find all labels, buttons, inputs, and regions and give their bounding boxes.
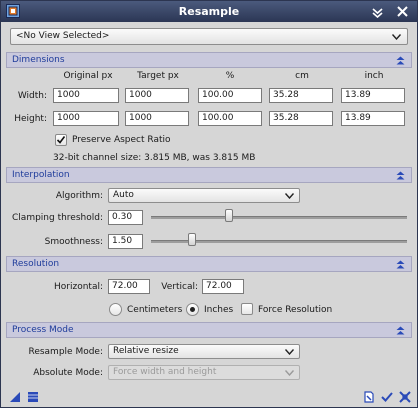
force-resolution-checkbox[interactable] (241, 303, 253, 315)
width-percent-field[interactable]: 100.00 (198, 88, 262, 103)
preserve-aspect-label[interactable]: Preserve Aspect Ratio (72, 135, 171, 145)
height-cm-field[interactable]: 35.28 (269, 111, 333, 126)
section-dimensions-label: Dimensions (12, 55, 65, 65)
force-resolution-label[interactable]: Force Resolution (258, 305, 332, 315)
chevron-down-icon (392, 34, 401, 40)
documentation-icon[interactable] (363, 391, 375, 403)
height-target-px-field[interactable]: 1000 (125, 111, 189, 126)
width-original-px-field[interactable]: 1000 (53, 88, 119, 103)
clamping-threshold-field[interactable]: 0.30 (108, 210, 143, 225)
new-instance-icon[interactable] (9, 391, 21, 403)
clamping-threshold-label: Clamping threshold: (12, 213, 103, 223)
col-header-target-px: Target px (137, 71, 179, 81)
vertical-label: Vertical: (161, 282, 198, 292)
clamping-slider-handle[interactable] (225, 209, 233, 222)
bottom-control-bar (1, 387, 417, 407)
title-bar[interactable]: Resample (1, 1, 417, 22)
horizontal-label: Horizontal: (54, 282, 103, 292)
centimeters-radio[interactable] (109, 303, 122, 316)
collapse-icon[interactable] (396, 326, 405, 335)
smoothness-label: Smoothness: (44, 237, 103, 247)
vertical-resolution-field[interactable]: 72.00 (202, 279, 244, 294)
close-icon[interactable] (396, 5, 409, 18)
smoothness-slider-handle[interactable] (188, 233, 196, 246)
inches-label[interactable]: Inches (204, 305, 233, 315)
view-selector[interactable]: <No View Selected> (10, 28, 408, 45)
section-process-mode-label: Process Mode (12, 325, 74, 335)
absolute-mode-combo: Force width and height (108, 365, 300, 380)
height-inch-field[interactable]: 13.89 (341, 111, 405, 126)
horizontal-resolution-field[interactable]: 72.00 (108, 279, 150, 294)
col-header-percent: % (225, 71, 235, 81)
section-interpolation-label: Interpolation (12, 170, 70, 180)
resample-window: Resample <No View Selected> Dimensions O… (0, 0, 418, 408)
width-target-px-field[interactable]: 1000 (125, 88, 189, 103)
window-title: Resample (178, 5, 240, 18)
apply-global-icon[interactable] (27, 391, 39, 403)
section-dimensions[interactable]: Dimensions (6, 52, 412, 68)
shade-icon[interactable] (371, 5, 384, 18)
channel-size-text: 32-bit channel size: 3.815 MB, was 3.815… (53, 153, 256, 163)
height-original-px-field[interactable]: 1000 (53, 111, 119, 126)
clamping-slider-track[interactable] (151, 216, 407, 219)
chevron-down-icon (285, 193, 294, 199)
checkmark-icon (56, 136, 66, 144)
width-cm-field[interactable]: 35.28 (269, 88, 333, 103)
algorithm-label: Algorithm: (55, 191, 103, 201)
algorithm-combo[interactable]: Auto (108, 188, 300, 203)
collapse-icon[interactable] (396, 56, 405, 65)
col-header-cm: cm (295, 71, 309, 81)
section-resolution[interactable]: Resolution (6, 256, 412, 272)
smoothness-field[interactable]: 1.50 (108, 234, 143, 249)
inches-radio[interactable] (186, 303, 199, 316)
algorithm-value: Auto (113, 190, 134, 200)
resample-mode-label: Resample Mode: (28, 347, 103, 357)
absolute-mode-label: Absolute Mode: (33, 368, 103, 378)
preserve-aspect-checkbox[interactable] (55, 134, 67, 146)
chevron-down-icon (285, 349, 294, 355)
view-selector-value: <No View Selected> (16, 31, 110, 41)
width-label: Width: (17, 91, 47, 101)
section-interpolation[interactable]: Interpolation (6, 167, 412, 183)
centimeters-label[interactable]: Centimeters (127, 305, 182, 315)
collapse-icon[interactable] (396, 171, 405, 180)
height-percent-field[interactable]: 100.00 (198, 111, 262, 126)
section-resolution-label: Resolution (12, 259, 60, 269)
absolute-mode-value: Force width and height (113, 367, 217, 377)
reset-icon[interactable] (399, 391, 411, 403)
resample-mode-combo[interactable]: Relative resize (108, 344, 300, 359)
collapse-icon[interactable] (396, 260, 405, 269)
col-header-inch: inch (364, 71, 384, 81)
resample-mode-value: Relative resize (113, 346, 179, 356)
chevron-down-icon (285, 370, 294, 376)
height-label: Height: (14, 114, 47, 124)
apply-checkmark-icon[interactable] (381, 391, 393, 403)
width-inch-field[interactable]: 13.89 (341, 88, 405, 103)
section-process-mode[interactable]: Process Mode (6, 322, 412, 338)
col-header-original-px: Original px (63, 71, 113, 81)
